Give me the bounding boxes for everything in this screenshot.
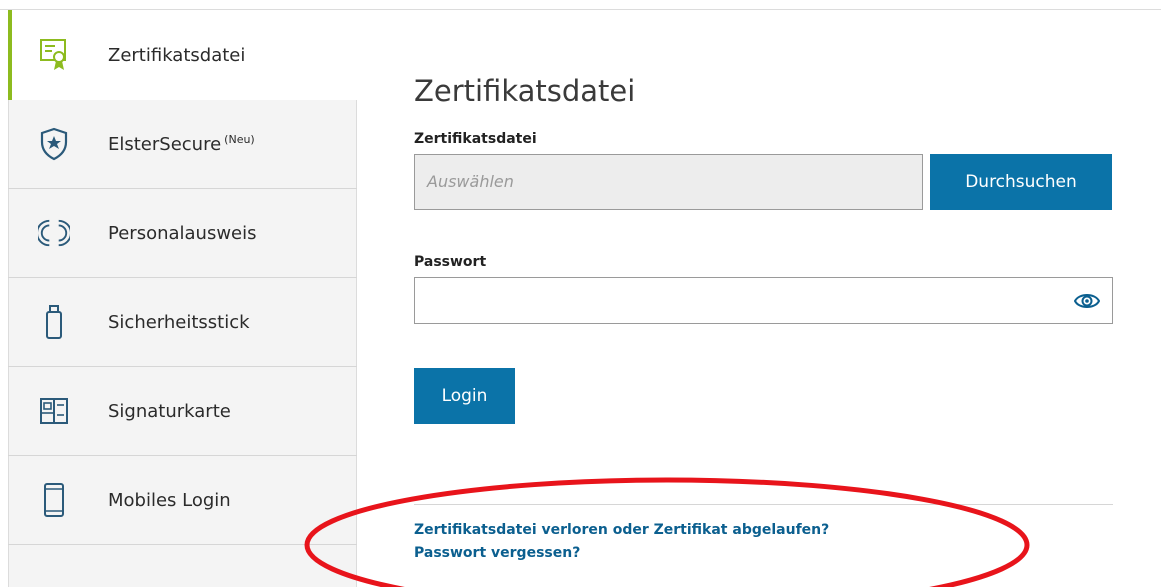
- sidebar-item-signaturkarte[interactable]: Signaturkarte: [8, 367, 357, 456]
- browse-button[interactable]: Durchsuchen: [930, 154, 1112, 210]
- sidebar-item-sicherheitsstick[interactable]: Sicherheitsstick: [8, 278, 357, 367]
- signature-card-icon: [38, 393, 70, 429]
- forgot-password-link[interactable]: Passwort vergessen?: [414, 545, 580, 561]
- sidebar-item-label: ElsterSecure (Neu): [108, 133, 255, 155]
- section-divider: [414, 504, 1113, 505]
- sidebar-item-elstersecure[interactable]: ElsterSecure (Neu): [8, 100, 357, 189]
- sidebar-item-mobiles-login[interactable]: Mobiles Login: [8, 456, 357, 545]
- id-card-circle-icon: [38, 215, 70, 251]
- lost-certificate-link[interactable]: Zertifikatsdatei verloren oder Zertifika…: [414, 522, 829, 538]
- login-method-sidebar: Zertifikatsdatei ElsterSecure (Neu) Pers…: [8, 10, 357, 587]
- page-title: Zertifikatsdatei: [414, 74, 636, 108]
- sidebar-item-label: Signaturkarte: [108, 400, 231, 422]
- sidebar-item-label: Zertifikatsdatei: [108, 44, 246, 66]
- sidebar-item-personalausweis[interactable]: Personalausweis: [8, 189, 357, 278]
- password-field[interactable]: [414, 277, 1113, 324]
- usb-stick-icon: [38, 304, 70, 340]
- sidebar-item-label: Sicherheitsstick: [108, 311, 250, 333]
- certificate-file-icon: [38, 37, 70, 73]
- sidebar-item-label: Personalausweis: [108, 222, 257, 244]
- certificate-file-input[interactable]: Auswählen: [414, 154, 923, 210]
- sidebar-item-text: ElsterSecure: [108, 134, 222, 155]
- mobile-phone-icon: [38, 482, 70, 518]
- new-badge: (Neu): [224, 133, 255, 146]
- file-field-label: Zertifikatsdatei: [414, 131, 537, 147]
- login-page: Zertifikatsdatei ElsterSecure (Neu) Pers…: [0, 0, 1161, 587]
- eye-icon[interactable]: [1073, 290, 1101, 312]
- sidebar-item-zertifikatsdatei[interactable]: Zertifikatsdatei: [8, 10, 357, 100]
- shield-star-icon: [38, 126, 70, 162]
- sidebar-item-label: Mobiles Login: [108, 489, 231, 511]
- password-field-label: Passwort: [414, 254, 487, 270]
- login-button[interactable]: Login: [414, 368, 515, 424]
